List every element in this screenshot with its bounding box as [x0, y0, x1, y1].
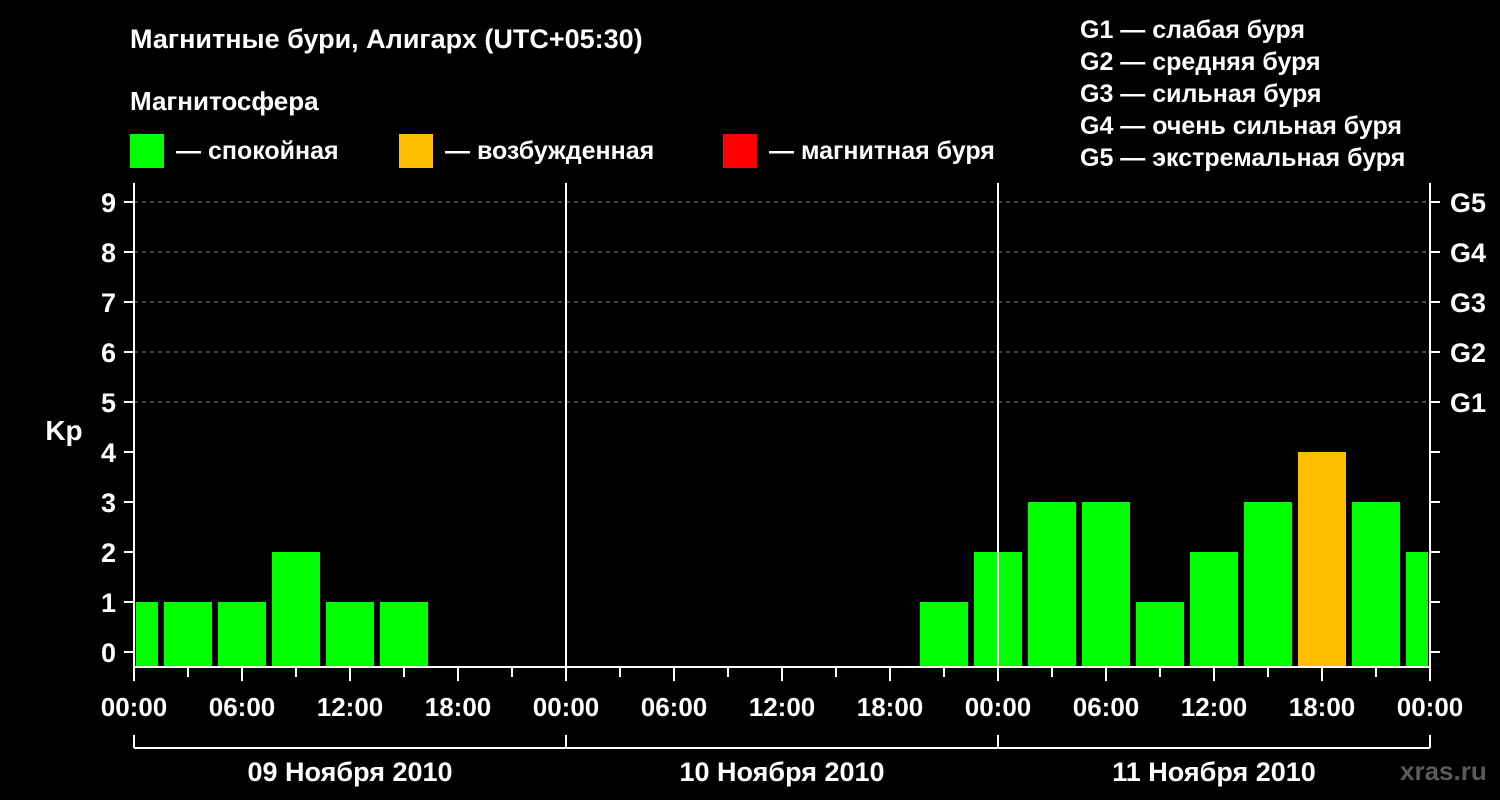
kp-chart: 0 1 2 3 4 5 6 7 8 9 G1 G2 G3 G4 G5 00:00 06:00 12:00 18:00…: [45, 183, 1486, 787]
y-tick-label-0: 0: [101, 638, 116, 668]
kp-bar-8: [1028, 502, 1076, 667]
grid-lines: [134, 201, 1430, 403]
y-tick-label-6: 6: [101, 338, 116, 368]
x-tick-label-30: 06:00: [641, 692, 708, 722]
kp-bar-5: [380, 602, 428, 667]
g-level-label-g5: G5: [1450, 188, 1486, 218]
x-tick-label-48: 00:00: [965, 692, 1032, 722]
x-tick-label-0: 00:00: [101, 692, 168, 722]
y-tick-label-3: 3: [101, 488, 116, 518]
kp-bar-6: [920, 602, 968, 667]
axis-labels: 0 1 2 3 4 5 6 7 8 9 G1 G2 G3 G4 G5 00:00 06:00 12:00 18:00…: [101, 188, 1486, 787]
day-label-1: 10 Ноября 2010: [679, 757, 884, 787]
g-level-label-g3: G3: [1450, 288, 1486, 318]
kp-bar-2: [218, 602, 266, 667]
kp-bar-4: [326, 602, 374, 667]
kp-bar-9: [1082, 502, 1130, 667]
x-tick-label-72: 00:00: [1397, 692, 1464, 722]
kp-bar-14: [1352, 502, 1400, 667]
x-tick-label-54: 06:00: [1073, 692, 1140, 722]
y-tick-label-9: 9: [101, 188, 116, 218]
kp-bar-11: [1190, 552, 1238, 667]
x-tick-label-60: 12:00: [1181, 692, 1248, 722]
g-level-label-g1: G1: [1450, 388, 1486, 418]
day-label-0: 09 Ноября 2010: [247, 757, 452, 787]
g-level-label-g4: G4: [1450, 238, 1486, 268]
x-tick-label-12: 12:00: [317, 692, 384, 722]
watermark: xras.ru: [1400, 756, 1487, 786]
kp-bar-0: [136, 602, 158, 667]
x-tick-label-42: 18:00: [857, 692, 924, 722]
kp-bar-3: [272, 552, 320, 667]
kp-bar-13: [1298, 452, 1346, 667]
kp-bar-15: [1406, 552, 1428, 667]
y-tick-label-5: 5: [101, 388, 116, 418]
x-tick-label-24: 00:00: [533, 692, 600, 722]
x-tick-label-36: 12:00: [749, 692, 816, 722]
axes: [124, 183, 1440, 749]
y-tick-label-8: 8: [101, 238, 116, 268]
y-tick-label-1: 1: [101, 588, 116, 618]
day-label-2: 11 Ноября 2010: [1112, 757, 1316, 787]
kp-bar-10: [1136, 602, 1184, 667]
kp-bar-1: [164, 602, 212, 667]
kp-bars: [136, 452, 1428, 667]
g-level-label-g2: G2: [1450, 338, 1486, 368]
x-tick-label-6: 06:00: [209, 692, 276, 722]
kp-bar-12: [1244, 502, 1292, 667]
y-tick-label-7: 7: [101, 288, 116, 318]
x-tick-label-66: 18:00: [1289, 692, 1356, 722]
y-tick-label-2: 2: [101, 538, 116, 568]
y-tick-label-4: 4: [101, 438, 116, 468]
x-tick-label-18: 18:00: [425, 692, 492, 722]
y-axis-label: Kp: [45, 415, 82, 446]
